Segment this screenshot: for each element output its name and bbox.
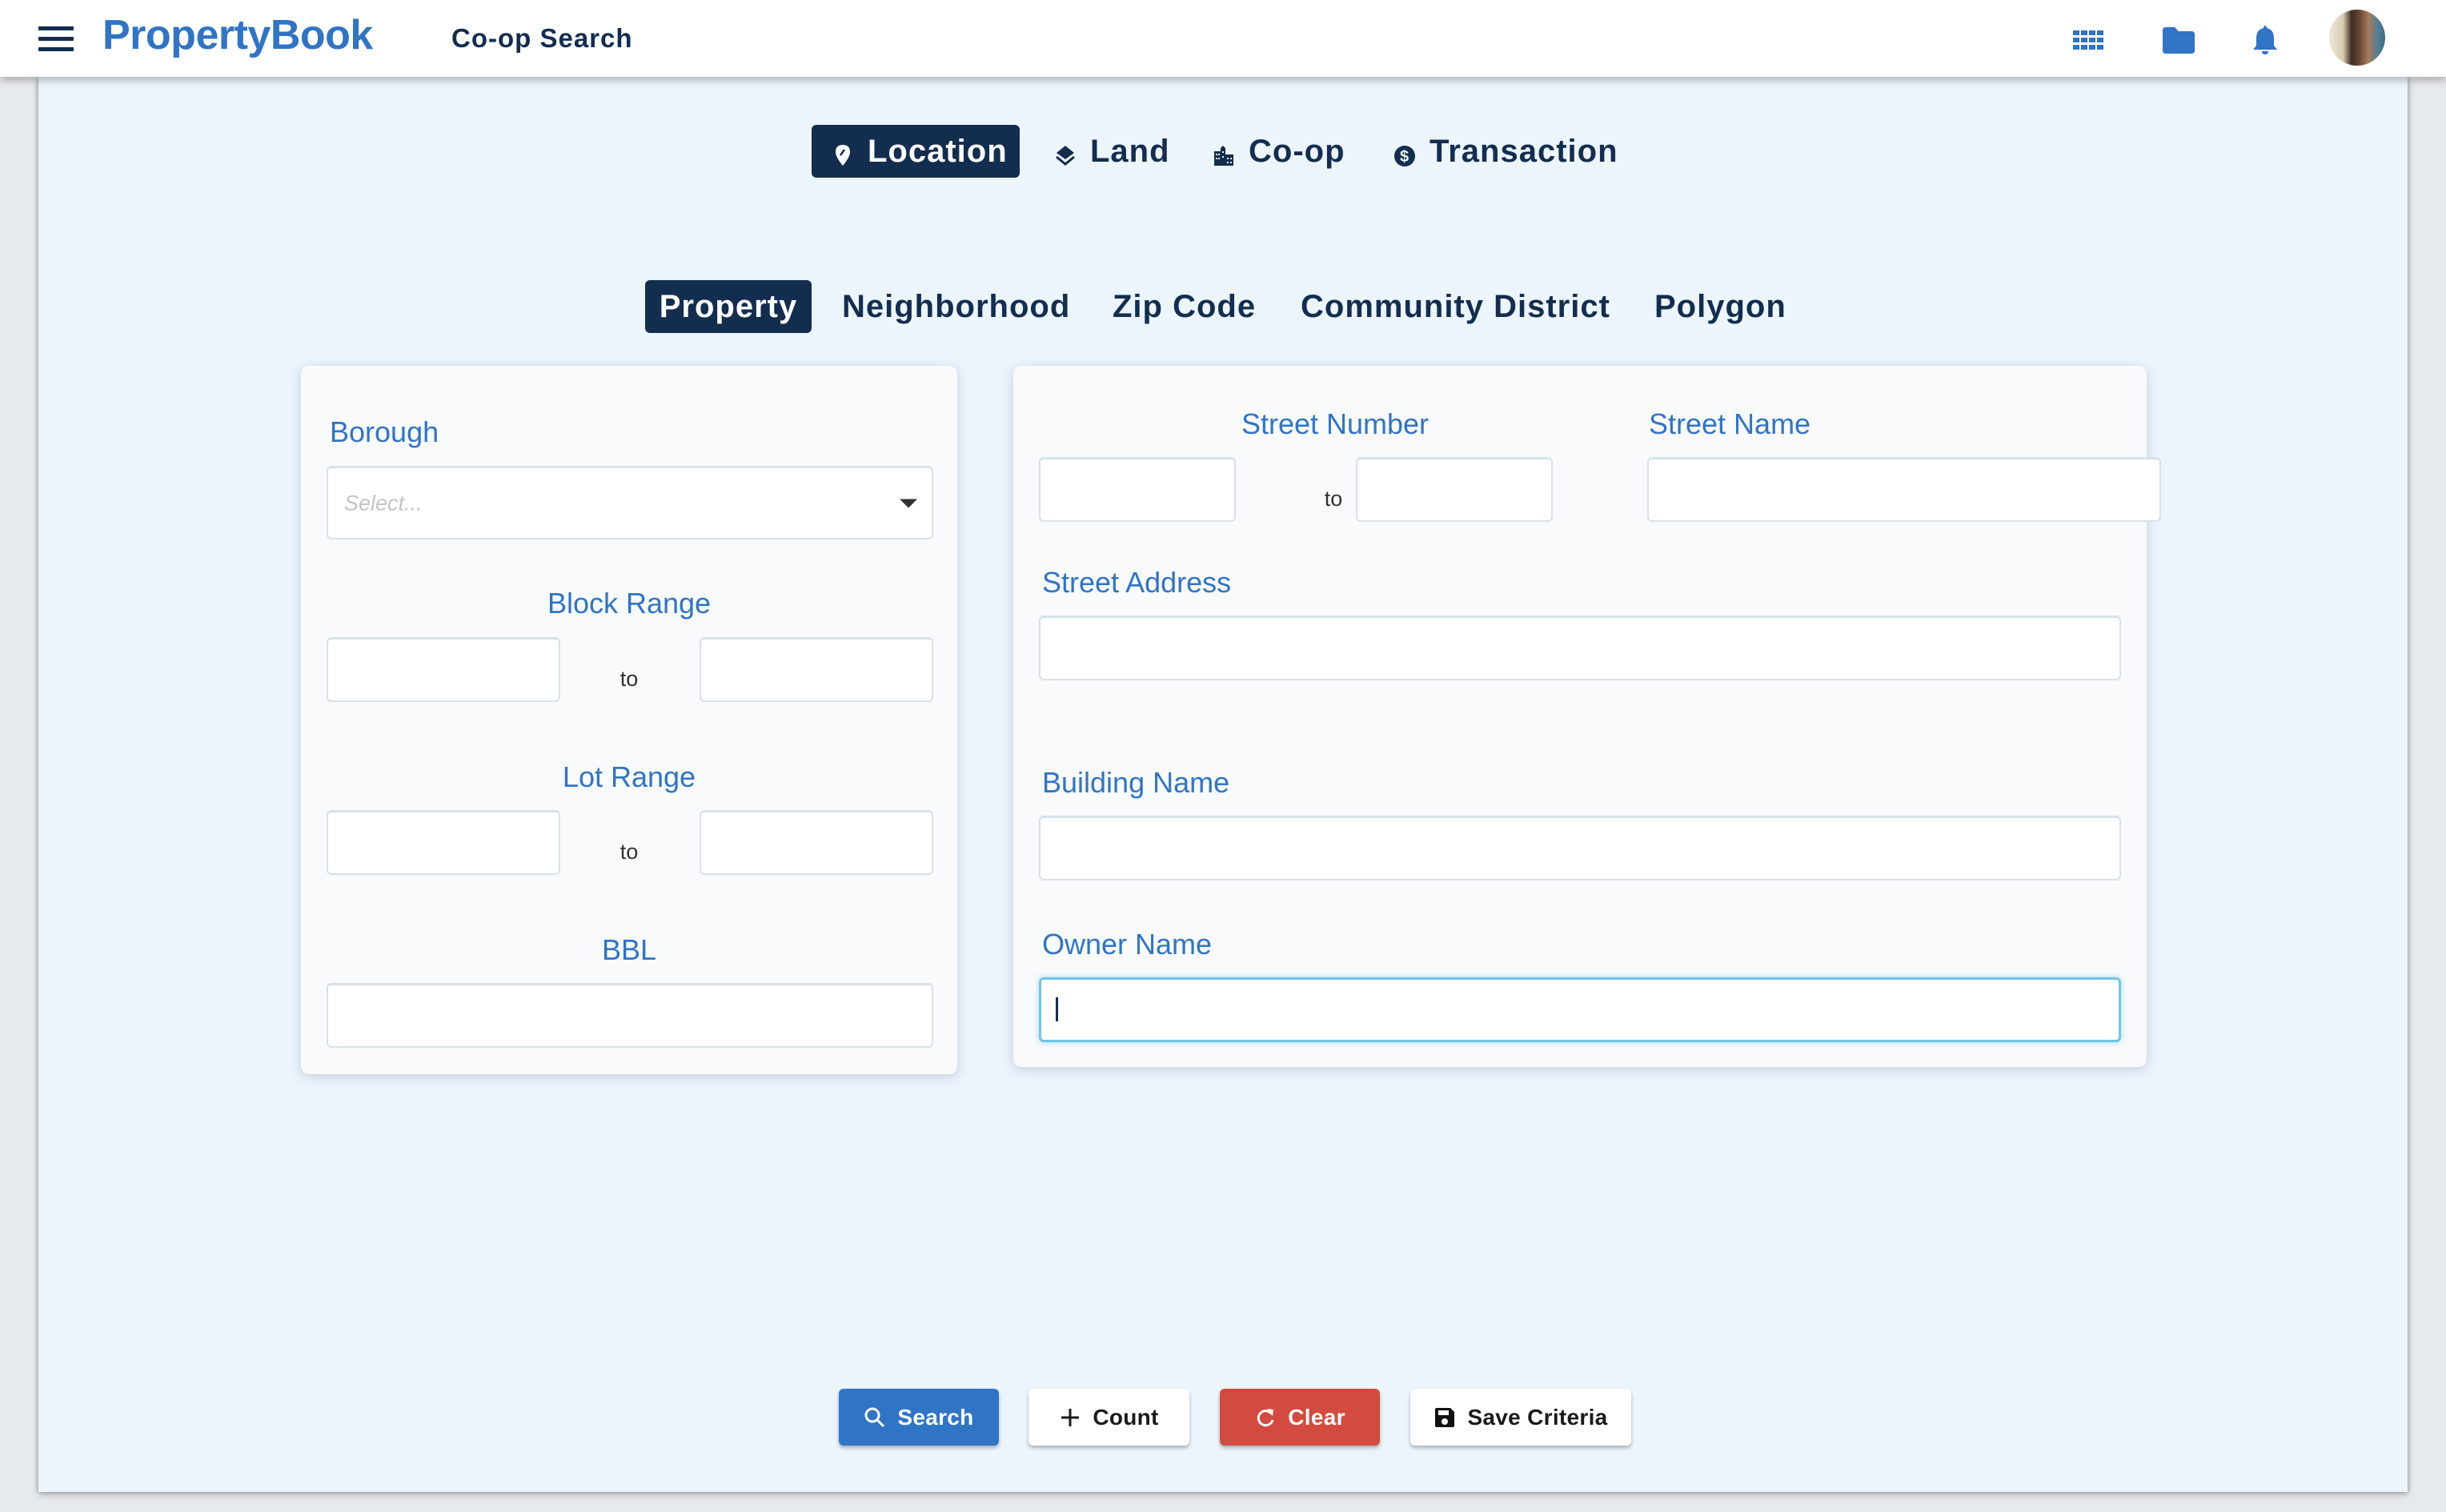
subtab-neighborhood[interactable]: Neighborhood	[842, 280, 1070, 333]
text-cursor	[1056, 997, 1058, 1021]
search-icon	[864, 1406, 886, 1429]
lot-range-separator: to	[620, 840, 639, 864]
building-name-input[interactable]	[1039, 816, 2121, 880]
app-logo[interactable]: PropertyBook	[102, 11, 373, 59]
street-name-label: Street Name	[1649, 407, 1811, 440]
street-number-label: Street Number	[1241, 407, 1430, 440]
hamburger-menu-icon[interactable]	[38, 25, 74, 52]
street-number-from-input[interactable]	[1039, 457, 1236, 522]
tab-location[interactable]: Location	[812, 125, 1020, 178]
plus-icon	[1059, 1406, 1081, 1429]
bbl-input[interactable]	[327, 983, 933, 1048]
tab-label: Land	[1090, 133, 1170, 169]
save-criteria-button[interactable]: Save Criteria	[1410, 1389, 1631, 1446]
clear-button-label: Clear	[1288, 1404, 1345, 1430]
tab-land[interactable]: Land	[1053, 125, 1170, 178]
lot-from-input[interactable]	[327, 810, 560, 875]
svg-text:$: $	[1400, 148, 1409, 166]
save-criteria-button-label: Save Criteria	[1467, 1404, 1608, 1430]
subtab-community-district[interactable]: Community District	[1301, 280, 1610, 333]
lot-range-label: Lot Range	[562, 760, 696, 793]
dollar-circle-icon: $	[1393, 139, 1417, 166]
block-range-separator: to	[620, 667, 639, 691]
subtab-zip-code[interactable]: Zip Code	[1113, 280, 1256, 333]
apps-grid-icon[interactable]	[2070, 22, 2108, 58]
refresh-icon	[1254, 1406, 1277, 1429]
borough-placeholder: Select...	[344, 491, 423, 515]
borough-select[interactable]: Select...	[327, 466, 933, 539]
tab-label: Transaction	[1430, 133, 1618, 169]
address-card: Street Number to Street Name Street Addr…	[1013, 366, 2161, 1067]
map-pin-icon	[831, 139, 855, 166]
block-range-label: Block Range	[547, 587, 712, 620]
user-avatar[interactable]	[2329, 10, 2385, 66]
search-panel: Location Land Co-op $ Transaction Proper…	[38, 77, 2408, 1492]
bbl-label: BBL	[601, 933, 657, 966]
tab-label: Location	[868, 133, 1008, 169]
building-icon	[1212, 139, 1236, 166]
category-tabs: Location Land Co-op $ Transaction	[38, 125, 2408, 178]
lot-to-input[interactable]	[700, 810, 933, 875]
folder-icon[interactable]	[2159, 22, 2198, 58]
street-number-to-input[interactable]	[1356, 457, 1553, 522]
tab-transaction[interactable]: $ Transaction	[1393, 125, 1618, 178]
subtab-polygon[interactable]: Polygon	[1654, 280, 1786, 333]
street-name-input[interactable]	[1647, 457, 2161, 522]
tab-coop[interactable]: Co-op	[1212, 125, 1345, 178]
page-title: Co-op Search	[451, 23, 633, 53]
block-to-input[interactable]	[700, 637, 933, 702]
floppy-disk-icon	[1434, 1406, 1456, 1429]
count-button-label: Count	[1093, 1404, 1159, 1430]
clear-button[interactable]: Clear	[1220, 1389, 1380, 1446]
top-app-bar: PropertyBook Co-op Search	[0, 0, 2446, 77]
chevron-down-icon	[900, 499, 917, 507]
borough-label: Borough	[330, 415, 439, 448]
block-from-input[interactable]	[327, 637, 560, 702]
search-button-label: Search	[897, 1404, 974, 1430]
owner-name-label: Owner Name	[1042, 928, 1213, 961]
building-name-label: Building Name	[1042, 766, 1230, 799]
street-number-separator: to	[1324, 487, 1343, 511]
owner-name-input[interactable]	[1039, 977, 2121, 1042]
tab-label: Co-op	[1249, 133, 1345, 169]
property-id-card: Borough Select... Block Range to Lot Ran…	[301, 366, 957, 1074]
bell-icon[interactable]	[2246, 22, 2284, 58]
count-button[interactable]: Count	[1029, 1389, 1189, 1446]
layers-icon	[1053, 139, 1077, 166]
search-button[interactable]: Search	[839, 1389, 999, 1446]
street-address-label: Street Address	[1042, 566, 1232, 599]
location-subtabs: Property Neighborhood Zip Code Community…	[38, 280, 2408, 333]
subtab-property[interactable]: Property	[645, 280, 812, 333]
street-address-input[interactable]	[1039, 616, 2121, 680]
